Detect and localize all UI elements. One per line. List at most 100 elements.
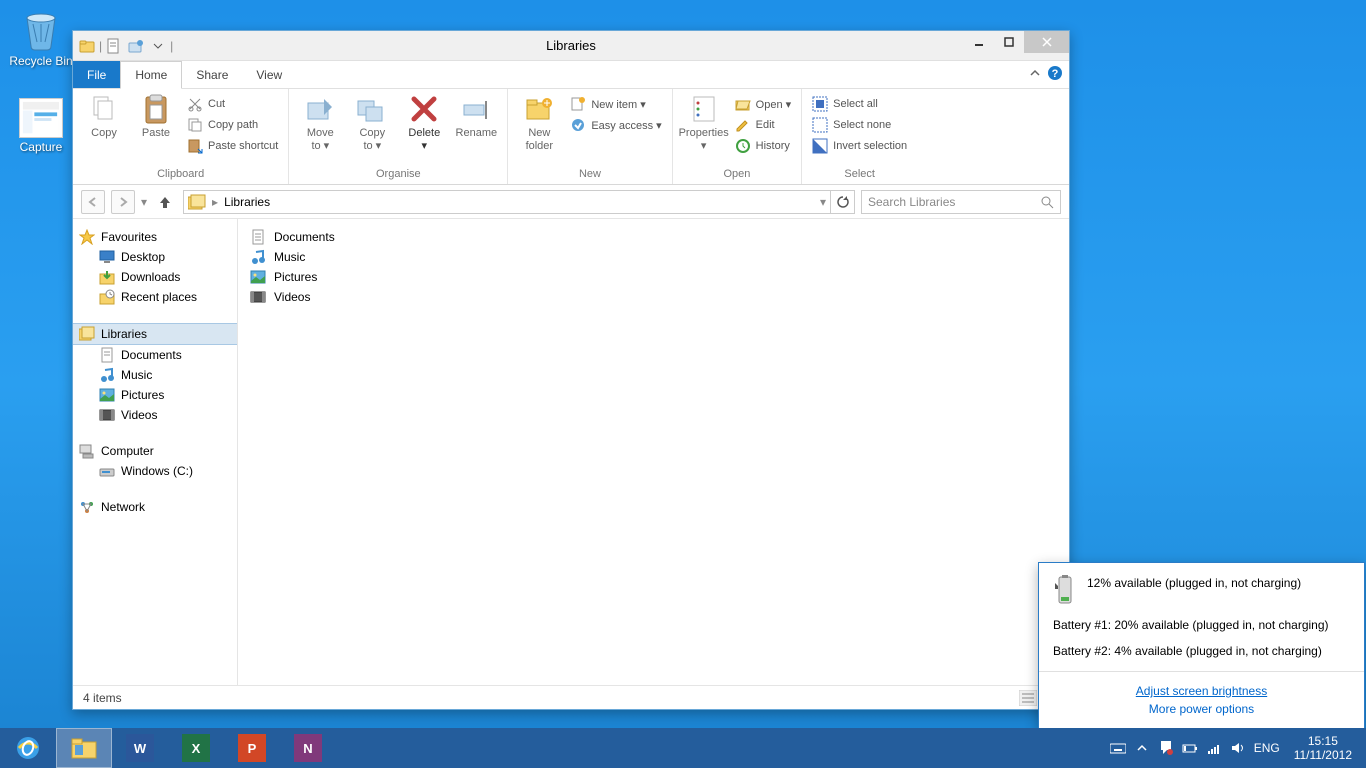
new-item-icon — [570, 96, 586, 112]
titlebar[interactable]: | | Libraries — [73, 31, 1069, 61]
tray-language[interactable]: ENG — [1254, 741, 1280, 755]
breadcrumb-libraries[interactable]: Libraries — [224, 195, 270, 209]
properties-button[interactable]: Properties ▾ — [681, 93, 727, 152]
sidebar-desktop[interactable]: Desktop — [73, 247, 237, 267]
history-icon — [735, 138, 751, 154]
recent-dropdown-icon[interactable]: ▾ — [141, 195, 147, 209]
item-pictures[interactable]: Pictures — [250, 267, 1057, 287]
capture-file[interactable]: Capture — [6, 98, 76, 154]
desktop-icon — [99, 249, 115, 265]
sidebar-documents[interactable]: Documents — [73, 345, 237, 365]
copy-path-button[interactable]: Copy path — [185, 116, 280, 134]
address-dropdown-icon[interactable]: ▾ — [820, 195, 826, 209]
taskbar-excel[interactable]: X — [168, 728, 224, 768]
explorer-window: | | Libraries File Home Share View ? — [72, 30, 1070, 710]
status-count: 4 items — [83, 691, 122, 705]
taskbar-explorer[interactable] — [56, 728, 112, 768]
qat-newfolder-icon[interactable] — [126, 36, 146, 56]
music-icon — [250, 249, 266, 265]
copy-to-button[interactable]: Copy to ▾ — [349, 93, 395, 152]
qat-properties-icon[interactable] — [104, 36, 124, 56]
tray-battery-icon[interactable] — [1182, 740, 1198, 756]
item-documents[interactable]: Documents — [250, 227, 1057, 247]
refresh-button[interactable] — [831, 190, 855, 214]
open-button[interactable]: Open ▾ — [733, 95, 794, 113]
capture-label: Capture — [20, 140, 63, 154]
select-all-button[interactable]: Select all — [810, 95, 909, 113]
item-music[interactable]: Music — [250, 247, 1057, 267]
new-folder-button[interactable]: New folder — [516, 93, 562, 152]
ribbon: Copy Paste Cut Copy path Paste shortcut … — [73, 89, 1069, 185]
tray-action-center-icon[interactable] — [1158, 740, 1174, 756]
tray-keyboard-icon[interactable] — [1110, 740, 1126, 756]
battery-flyout: 12% available (plugged in, not charging)… — [1038, 562, 1365, 729]
tray-chevron-icon[interactable] — [1134, 740, 1150, 756]
search-input[interactable]: Search Libraries — [861, 190, 1061, 214]
copy-button[interactable]: Copy — [81, 93, 127, 140]
tray-wifi-icon[interactable] — [1206, 740, 1222, 756]
tab-view[interactable]: View — [242, 61, 296, 88]
status-bar: 4 items — [73, 685, 1069, 709]
tray-time: 15:15 — [1294, 734, 1352, 748]
sidebar-music[interactable]: Music — [73, 365, 237, 385]
sidebar-pictures[interactable]: Pictures — [73, 385, 237, 405]
paste-button[interactable]: Paste — [133, 93, 179, 140]
scissors-icon — [187, 96, 203, 112]
new-item-button[interactable]: New item ▾ — [568, 95, 663, 113]
tab-home[interactable]: Home — [120, 61, 182, 89]
back-button[interactable] — [81, 190, 105, 214]
taskbar-powerpoint[interactable]: P — [224, 728, 280, 768]
cut-button[interactable]: Cut — [185, 95, 280, 113]
qat-folder-icon[interactable] — [77, 36, 97, 56]
qat-dropdown-icon[interactable] — [148, 36, 168, 56]
tab-file[interactable]: File — [73, 61, 120, 88]
close-button[interactable] — [1024, 31, 1069, 53]
battery-1-status: Battery #1: 20% available (plugged in, n… — [1053, 617, 1350, 633]
sidebar-recent[interactable]: Recent places — [73, 287, 237, 307]
recycle-bin[interactable]: Recycle Bin — [6, 4, 76, 68]
ribbon-collapse-icon[interactable] — [1029, 67, 1041, 79]
maximize-button[interactable] — [994, 31, 1024, 53]
easy-access-icon — [570, 117, 586, 133]
up-button[interactable] — [153, 190, 177, 214]
recent-icon — [99, 289, 115, 305]
minimize-button[interactable] — [964, 31, 994, 53]
taskbar-ie[interactable] — [0, 728, 56, 768]
battery-2-status: Battery #2: 4% available (plugged in, no… — [1053, 643, 1350, 659]
rename-button[interactable]: Rename — [453, 93, 499, 140]
capture-thumbnail-icon — [19, 98, 63, 138]
sidebar-network[interactable]: Network — [73, 497, 237, 517]
invert-selection-button[interactable]: Invert selection — [810, 137, 909, 155]
forward-button[interactable] — [111, 190, 135, 214]
item-videos[interactable]: Videos — [250, 287, 1057, 307]
delete-button[interactable]: Delete ▾ — [401, 93, 447, 152]
select-all-icon — [812, 96, 828, 112]
sidebar-computer[interactable]: Computer — [73, 441, 237, 461]
sidebar-favourites[interactable]: Favourites — [73, 227, 237, 247]
paste-shortcut-button[interactable]: Paste shortcut — [185, 137, 280, 155]
tab-share[interactable]: Share — [182, 61, 242, 88]
tray-clock[interactable]: 15:15 11/11/2012 — [1288, 734, 1358, 763]
tray-volume-icon[interactable] — [1230, 740, 1246, 756]
more-power-options-link[interactable]: More power options — [1053, 700, 1350, 718]
videos-icon — [99, 407, 115, 423]
adjust-brightness-link[interactable]: Adjust screen brightness — [1053, 682, 1350, 700]
history-button[interactable]: History — [733, 137, 794, 155]
sidebar-libraries[interactable]: Libraries — [73, 323, 237, 345]
select-none-button[interactable]: Select none — [810, 116, 909, 134]
group-select-label: Select — [810, 166, 909, 182]
search-placeholder: Search Libraries — [868, 195, 955, 209]
edit-button[interactable]: Edit — [733, 116, 794, 134]
address-bar[interactable]: ▸ Libraries ▾ — [183, 190, 831, 214]
move-to-button[interactable]: Move to ▾ — [297, 93, 343, 152]
sidebar-windows-c[interactable]: Windows (C:) — [73, 461, 237, 481]
content-pane[interactable]: Documents Music Pictures Videos — [238, 219, 1069, 685]
taskbar-word[interactable]: W — [112, 728, 168, 768]
network-icon — [79, 499, 95, 515]
sidebar-downloads[interactable]: Downloads — [73, 267, 237, 287]
view-details-icon[interactable] — [1019, 690, 1037, 706]
taskbar-onenote[interactable]: N — [280, 728, 336, 768]
sidebar-videos[interactable]: Videos — [73, 405, 237, 425]
easy-access-button[interactable]: Easy access ▾ — [568, 116, 663, 134]
help-icon[interactable]: ? — [1047, 65, 1063, 81]
